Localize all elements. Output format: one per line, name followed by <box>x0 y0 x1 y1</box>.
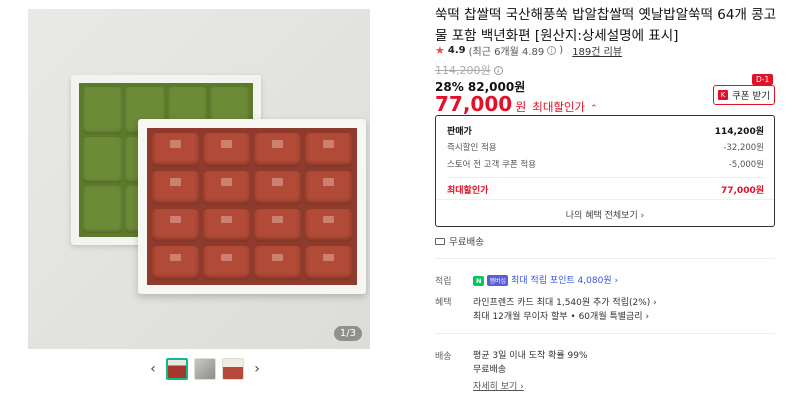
coupon-download-button[interactable]: K 쿠폰 받기 <box>713 85 775 105</box>
delivery-details-link[interactable]: 자세히 보기 › <box>473 379 524 392</box>
price-row-sale: 판매가 114,200원 <box>447 127 764 137</box>
card-benefit-link[interactable]: 라인프렌즈 카드 최대 1,540원 추가 적립(2%) › <box>473 295 657 308</box>
installment-benefit-link[interactable]: 최대 12개월 무이자 할부 • 60개월 특별금리 › <box>473 309 649 322</box>
star-icon: ★ <box>435 44 445 57</box>
thumbnail-2[interactable] <box>194 358 216 380</box>
membership-badge: 멤버십 <box>487 275 509 286</box>
delivery-label: 배송 <box>435 352 452 362</box>
d-day-badge: D-1 <box>752 74 774 85</box>
product-main-image[interactable]: 1/3 <box>28 9 370 349</box>
image-page-indicator: 1/3 <box>333 326 362 341</box>
thumbnail-strip: ‹ › <box>146 357 264 381</box>
thumbnail-1[interactable] <box>166 358 188 380</box>
original-price: 114,200원 i <box>435 62 503 78</box>
rating-detail: (최근 6개월 4.89 <box>468 47 545 58</box>
red-rice-cake-box <box>138 119 366 294</box>
next-thumbnail-button[interactable]: › <box>250 361 264 377</box>
price-info-icon[interactable]: i <box>493 65 503 75</box>
free-shipping-tag: 무료배송 <box>435 234 484 248</box>
review-count-link[interactable]: 189건 리뷰 <box>572 43 622 58</box>
final-price-row[interactable]: 77,000 원 최대할인가 ⌃ <box>435 92 598 116</box>
final-price-label: 최대할인가 <box>532 100 586 114</box>
product-title: 쑥떡 찹쌀떡 국산해풍쑥 밥알찹쌀떡 옛날밥알쑥떡 64개 콩고물 포함 백년화… <box>435 7 777 44</box>
chevron-up-icon: ⌃ <box>590 104 598 114</box>
max-points-link: 최대 적립 포인트 4,080원 › <box>511 276 619 286</box>
delivery-arrival-rate: 평균 3일 이내 도착 확률 99% <box>473 351 588 361</box>
rating-detail-close: ) <box>559 45 564 56</box>
info-icon[interactable]: i <box>547 46 557 55</box>
price-row-instant-discount: 즉시할인 적용 -32,200원 <box>447 143 764 153</box>
benefits-label: 혜택 <box>435 298 452 308</box>
naver-pay-badge: N <box>473 275 485 286</box>
final-price: 77,000 <box>435 92 513 116</box>
points-row[interactable]: N 멤버십 최대 적립 포인트 4,080원 › <box>473 273 618 286</box>
thumbnail-3[interactable] <box>222 358 244 380</box>
delivery-fee: 무료배송 <box>473 365 507 375</box>
coupon-icon: K <box>718 90 728 100</box>
price-row-total: 최대할인가 77,000원 <box>447 186 764 196</box>
rating-score: 4.9 <box>447 45 466 56</box>
view-all-benefits-link[interactable]: 나의 혜택 전체보기 › <box>436 208 774 221</box>
price-breakdown-box: 판매가 114,200원 즉시할인 적용 -32,200원 스토어 전 고객 쿠폰 … <box>435 115 775 227</box>
truck-icon <box>435 237 445 245</box>
prev-thumbnail-button[interactable]: ‹ <box>146 361 160 377</box>
points-label: 적립 <box>435 277 452 287</box>
price-row-store-coupon: 스토어 전 고객 쿠폰 적용 -5,000원 <box>447 160 764 170</box>
rating-row: ★ 4.9 (최근 6개월 4.89 i ) 189건 리뷰 <box>435 43 622 58</box>
coupon-label: 쿠폰 받기 <box>732 91 770 102</box>
final-price-unit: 원 <box>515 100 527 114</box>
